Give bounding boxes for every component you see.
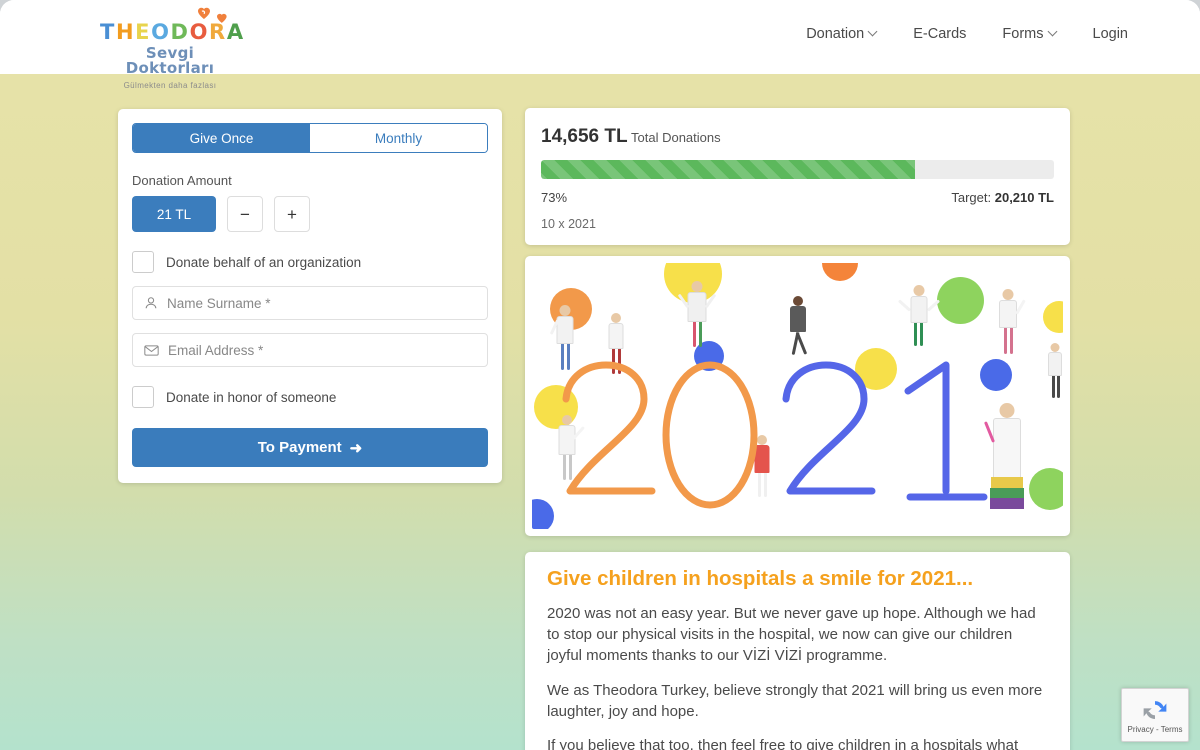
recaptcha-icon xyxy=(1143,700,1167,719)
recaptcha-text: Privacy - Terms xyxy=(1127,724,1183,734)
organization-checkbox[interactable] xyxy=(132,251,154,273)
nav-label: Donation xyxy=(806,26,865,42)
year-banner-card[interactable] xyxy=(525,256,1070,536)
frequency-toggle: Give Once Monthly xyxy=(132,123,488,153)
amount-stepper: 21 TL − + xyxy=(132,196,488,232)
clown-doctor-figure xyxy=(897,285,941,349)
progress-bar-fill xyxy=(541,160,916,179)
person-icon xyxy=(145,297,157,309)
article-paragraph: 2020 was not an easy year. But we never … xyxy=(547,604,1036,665)
amount-value[interactable]: 21 TL xyxy=(132,196,216,232)
recaptcha-badge[interactable]: Privacy - Terms xyxy=(1121,688,1189,742)
logo-tagline: Gülmekten daha fazlası xyxy=(123,81,217,90)
decorative-dot xyxy=(937,277,984,324)
article-paragraph: We as Theodora Turkey, believe strongly … xyxy=(547,681,1043,720)
clown-doctor-figure xyxy=(994,289,1026,359)
article-title: Give children in hospitals a smile for 2… xyxy=(547,567,974,590)
tab-monthly[interactable]: Monthly xyxy=(310,124,487,152)
decorative-dot xyxy=(822,263,858,281)
arrow-right-icon: ➜ xyxy=(349,439,363,457)
target-amount: 20,210 TL xyxy=(994,190,1054,205)
hearts-icon xyxy=(198,7,227,23)
tab-give-once[interactable]: Give Once xyxy=(133,124,310,152)
progress-percent: 73% xyxy=(541,190,568,205)
clown-doctor-figure xyxy=(785,296,811,358)
article-card: Give children in hospitals a smile for 2… xyxy=(525,552,1070,750)
nav-item-ecards[interactable]: E-Cards xyxy=(913,26,966,42)
organization-checkbox-row[interactable]: Donate behalf of an organization xyxy=(132,251,488,273)
logo-letter: D xyxy=(170,20,190,44)
logo-letter: E xyxy=(135,20,152,44)
progress-meta: 73% Target: 20,210 TL xyxy=(541,190,1054,205)
email-field[interactable]: Email Address * xyxy=(132,333,488,367)
progress-target: Target: 20,210 TL xyxy=(951,190,1054,205)
honor-checkbox-row[interactable]: Donate in honor of someone xyxy=(132,386,488,408)
total-donations-amount: 14,656 TL xyxy=(541,126,628,147)
nav-label: E-Cards xyxy=(913,26,967,42)
total-donations-line: 14,656 TL Total Donations xyxy=(541,126,1054,148)
site-header: THEODORA Sevgi Doktorları Gülmekten daha… xyxy=(0,0,1200,90)
chevron-down-icon xyxy=(1049,28,1057,36)
organization-checkbox-label: Donate behalf of an organization xyxy=(166,254,362,270)
clown-doctor-figure xyxy=(677,281,717,351)
name-field-placeholder: Name Surname * xyxy=(167,295,271,311)
main-navigation: Donation E-Cards Forms Login xyxy=(806,26,1128,42)
donation-form-card: Give Once Monthly Donation Amount 21 TL … xyxy=(118,109,502,483)
year-2021-text xyxy=(562,361,987,509)
year-banner-image xyxy=(532,263,1063,529)
honor-checkbox[interactable] xyxy=(132,386,154,408)
article-paragraph: If you believe that too, then feel free … xyxy=(547,737,1019,750)
donation-amount-label: Donation Amount xyxy=(132,173,232,188)
total-donations-caption: Total Donations xyxy=(631,130,721,145)
to-payment-button[interactable]: To Payment ➜ xyxy=(132,428,488,467)
logo-letter: T xyxy=(100,20,116,44)
envelope-icon xyxy=(144,344,159,356)
page-body: Give Once Monthly Donation Amount 21 TL … xyxy=(0,74,1200,750)
nav-label: Forms xyxy=(1002,26,1044,42)
nav-label: Login xyxy=(1092,26,1128,42)
donation-progress-card: 14,656 TL Total Donations 73% Target: 20… xyxy=(525,108,1070,245)
to-payment-label: To Payment xyxy=(257,439,342,456)
name-field[interactable]: Name Surname * xyxy=(132,286,488,320)
honor-checkbox-label: Donate in honor of someone xyxy=(166,389,337,405)
progress-note: 10 x 2021 xyxy=(541,217,596,231)
site-logo[interactable]: THEODORA Sevgi Doktorları Gülmekten daha… xyxy=(100,4,243,90)
nav-item-forms[interactable]: Forms xyxy=(1002,26,1056,42)
logo-letter: H xyxy=(115,20,136,44)
target-prefix: Target: xyxy=(951,190,992,205)
logo-subtitle: Sevgi Doktorları xyxy=(125,44,215,77)
nav-item-login[interactable]: Login xyxy=(1093,26,1128,42)
decorative-dot xyxy=(1043,301,1063,333)
logo-letter: O xyxy=(151,20,171,44)
browser-viewport: THEODORA Sevgi Doktorları Gülmekten daha… xyxy=(0,0,1200,750)
nav-item-donation[interactable]: Donation xyxy=(806,26,877,42)
progress-bar-track xyxy=(541,160,1054,179)
chevron-down-icon xyxy=(869,28,877,36)
amount-decrement-button[interactable]: − xyxy=(227,196,263,232)
amount-increment-button[interactable]: + xyxy=(274,196,310,232)
email-field-placeholder: Email Address * xyxy=(168,342,264,358)
